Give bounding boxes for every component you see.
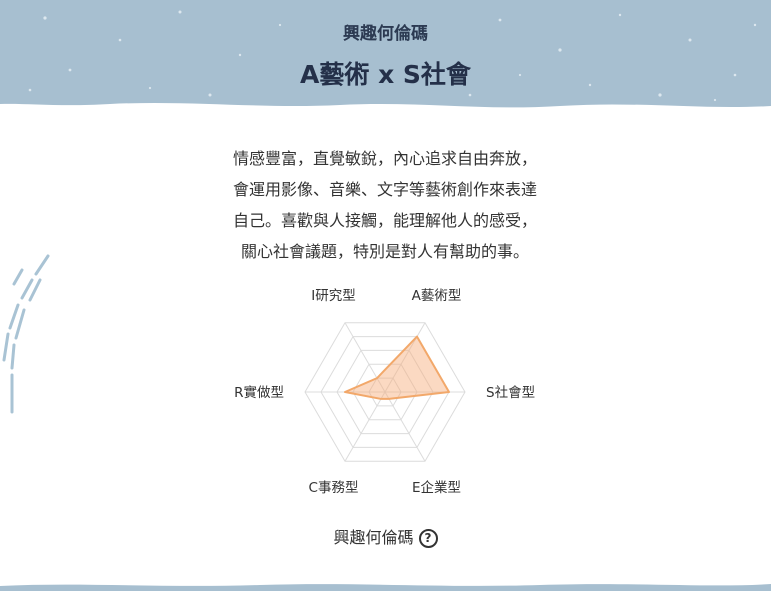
radar-axis-label: C事務型 [309, 480, 359, 496]
radar-spoke [344, 391, 386, 462]
radar-axis-label: I研究型 [311, 288, 355, 304]
holland-code-footer: 興趣何倫碼? [0, 524, 771, 548]
radar-axis-label: S社會型 [486, 385, 535, 401]
question-circle-icon[interactable]: ? [418, 529, 438, 548]
radar-axis-label: R實做型 [234, 384, 284, 401]
radar-series-area [344, 335, 450, 400]
radar-series [344, 335, 450, 400]
bottom-wave [0, 584, 771, 591]
radar-axis-label: E企業型 [412, 479, 461, 496]
radar-axis-label: A藝術型 [412, 288, 462, 304]
footer-label: 興趣何倫碼 [333, 528, 414, 547]
radar-chart: I研究型 A藝術型 S社會型 E企業型 C事務型 R實做型 [234, 288, 535, 496]
radar-spoke [384, 391, 426, 462]
